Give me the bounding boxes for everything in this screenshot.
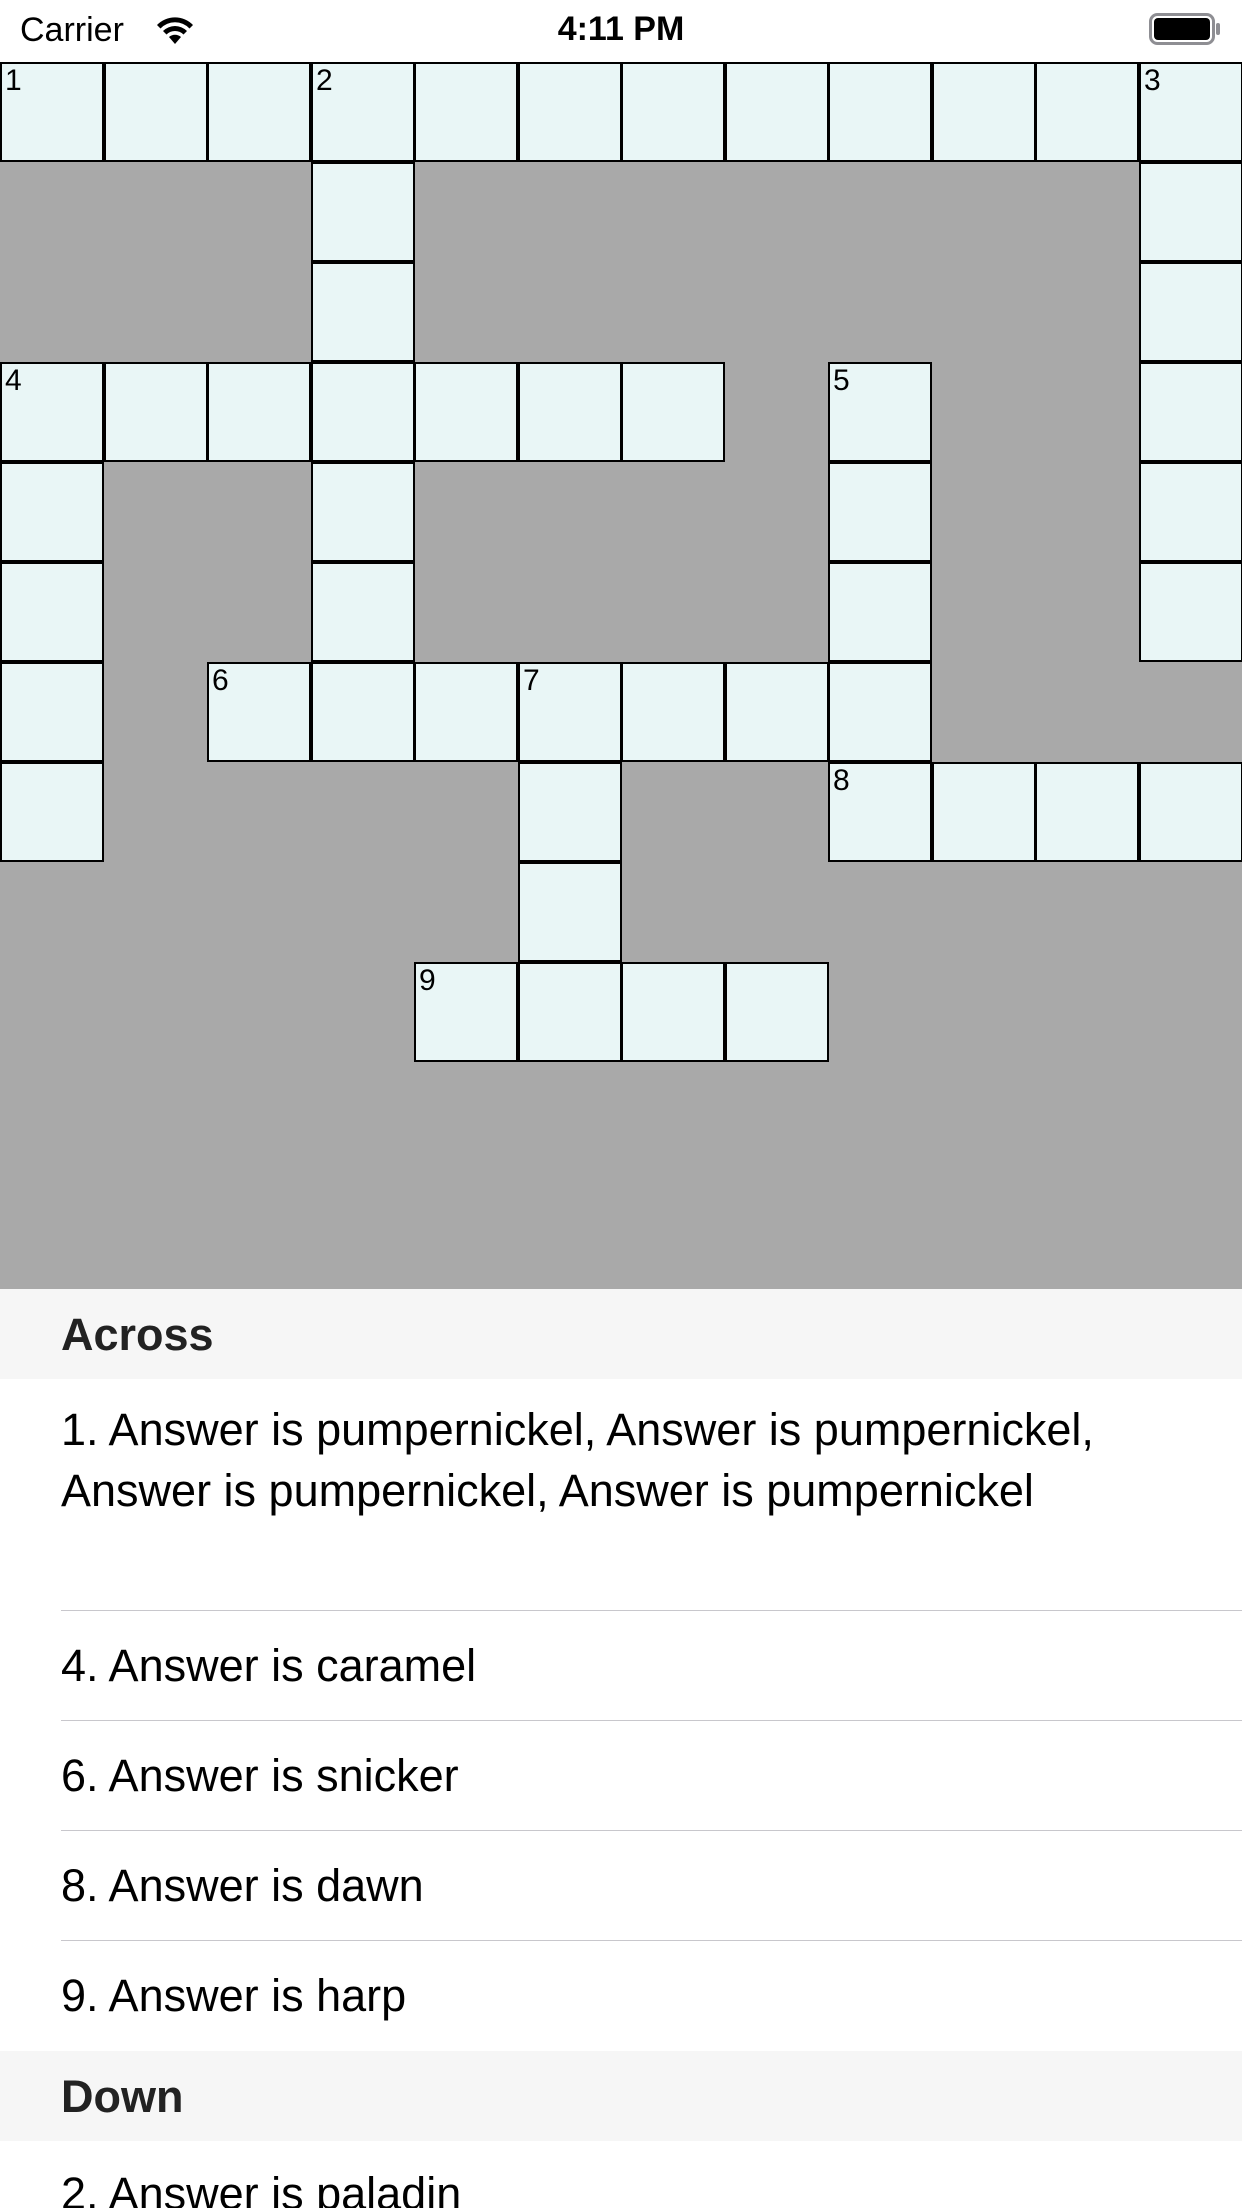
crossword-cell[interactable]: 4 bbox=[0, 362, 104, 462]
across-title: Across bbox=[61, 1309, 214, 1360]
crossword-cell[interactable] bbox=[207, 362, 311, 462]
crossword-cell[interactable] bbox=[311, 262, 415, 362]
clue-text: 4. Answer is caramel bbox=[61, 1640, 477, 1691]
crossword-cell[interactable]: 5 bbox=[828, 362, 932, 462]
crossword-cell[interactable] bbox=[0, 562, 104, 662]
clue-row-across-4[interactable]: 4. Answer is caramel bbox=[0, 1611, 1242, 1721]
crossword-cell[interactable] bbox=[207, 62, 311, 162]
clue-text: 9. Answer is harp bbox=[61, 1970, 407, 2021]
crossword-cell[interactable] bbox=[311, 362, 415, 462]
crossword-cell[interactable]: 2 bbox=[311, 62, 415, 162]
crossword-cell[interactable] bbox=[0, 662, 104, 762]
clue-text: 1. Answer is pumpernickel, Answer is pum… bbox=[61, 1404, 1094, 1516]
battery-icon bbox=[1149, 13, 1220, 45]
crossword-cell[interactable] bbox=[1139, 762, 1242, 862]
crossword-cell[interactable] bbox=[621, 662, 725, 762]
cell-number: 6 bbox=[212, 664, 229, 697]
crossword-cell[interactable] bbox=[725, 962, 829, 1062]
crossword-cell[interactable] bbox=[518, 862, 622, 962]
clues-list: Across 1. Answer is pumpernickel, Answer… bbox=[0, 1289, 1242, 2208]
crossword-cell[interactable] bbox=[414, 62, 518, 162]
crossword-cell[interactable] bbox=[104, 362, 208, 462]
crossword-cell[interactable]: 7 bbox=[518, 662, 622, 762]
cell-number: 1 bbox=[5, 64, 22, 97]
crossword-grid: 1 2 3 4 5 6 7 8 9 bbox=[0, 62, 1242, 1289]
crossword-cell[interactable] bbox=[0, 762, 104, 862]
crossword-cell[interactable]: 1 bbox=[0, 62, 104, 162]
cell-number: 7 bbox=[523, 664, 540, 697]
across-section-header: Across bbox=[0, 1289, 1242, 1379]
cell-number: 9 bbox=[419, 964, 436, 997]
status-bar: Carrier 4:11 PM bbox=[0, 0, 1242, 62]
crossword-cell[interactable] bbox=[414, 362, 518, 462]
crossword-cell[interactable] bbox=[828, 62, 932, 162]
crossword-cell[interactable] bbox=[621, 962, 725, 1062]
crossword-cell[interactable] bbox=[414, 662, 518, 762]
crossword-cell[interactable] bbox=[1139, 562, 1242, 662]
clue-row-across-8[interactable]: 8. Answer is dawn bbox=[0, 1831, 1242, 1941]
crossword-cell[interactable] bbox=[621, 362, 725, 462]
crossword-cell[interactable] bbox=[1139, 162, 1242, 262]
cell-number: 8 bbox=[833, 764, 850, 797]
crossword-cell[interactable]: 3 bbox=[1139, 62, 1242, 162]
crossword-cell[interactable] bbox=[518, 962, 622, 1062]
clue-row-down-2[interactable]: 2. Answer is paladin bbox=[0, 2141, 1242, 2208]
crossword-cell[interactable] bbox=[621, 62, 725, 162]
crossword-cell[interactable] bbox=[311, 562, 415, 662]
clue-row-across-9[interactable]: 9. Answer is harp bbox=[0, 1941, 1242, 2051]
crossword-cell[interactable] bbox=[828, 462, 932, 562]
crossword-cell[interactable] bbox=[1139, 362, 1242, 462]
crossword-cell[interactable] bbox=[311, 662, 415, 762]
crossword-cell[interactable] bbox=[725, 62, 829, 162]
crossword-cell[interactable] bbox=[518, 62, 622, 162]
crossword-cell[interactable] bbox=[1035, 762, 1139, 862]
crossword-cell[interactable] bbox=[518, 762, 622, 862]
crossword-cell[interactable] bbox=[518, 362, 622, 462]
cell-number: 2 bbox=[316, 64, 333, 97]
clue-text: 8. Answer is dawn bbox=[61, 1860, 424, 1911]
crossword-cell[interactable]: 9 bbox=[414, 962, 518, 1062]
crossword-cell[interactable] bbox=[0, 462, 104, 562]
clue-row-across-1[interactable]: 1. Answer is pumpernickel, Answer is pum… bbox=[0, 1379, 1242, 1611]
crossword-cell[interactable] bbox=[932, 62, 1036, 162]
crossword-cell[interactable] bbox=[311, 162, 415, 262]
crossword-cell[interactable] bbox=[725, 662, 829, 762]
cell-number: 5 bbox=[833, 364, 850, 397]
crossword-cell[interactable] bbox=[932, 762, 1036, 862]
clue-row-across-6[interactable]: 6. Answer is snicker bbox=[0, 1721, 1242, 1831]
status-time: 4:11 PM bbox=[557, 10, 685, 48]
crossword-cell[interactable]: 8 bbox=[828, 762, 932, 862]
clue-text: 2. Answer is paladin bbox=[61, 2168, 462, 2208]
crossword-cell[interactable] bbox=[1139, 462, 1242, 562]
crossword-cell[interactable] bbox=[828, 562, 932, 662]
down-title: Down bbox=[61, 2071, 184, 2122]
clue-text: 6. Answer is snicker bbox=[61, 1750, 459, 1801]
crossword-cell[interactable] bbox=[1035, 62, 1139, 162]
cell-number: 3 bbox=[1144, 64, 1161, 97]
crossword-cell[interactable] bbox=[1139, 262, 1242, 362]
down-section-header: Down bbox=[0, 2051, 1242, 2141]
crossword-cell[interactable] bbox=[828, 662, 932, 762]
crossword-cell[interactable] bbox=[104, 62, 208, 162]
crossword-cell[interactable] bbox=[311, 462, 415, 562]
crossword-cell[interactable]: 6 bbox=[207, 662, 311, 762]
cell-number: 4 bbox=[5, 364, 22, 397]
